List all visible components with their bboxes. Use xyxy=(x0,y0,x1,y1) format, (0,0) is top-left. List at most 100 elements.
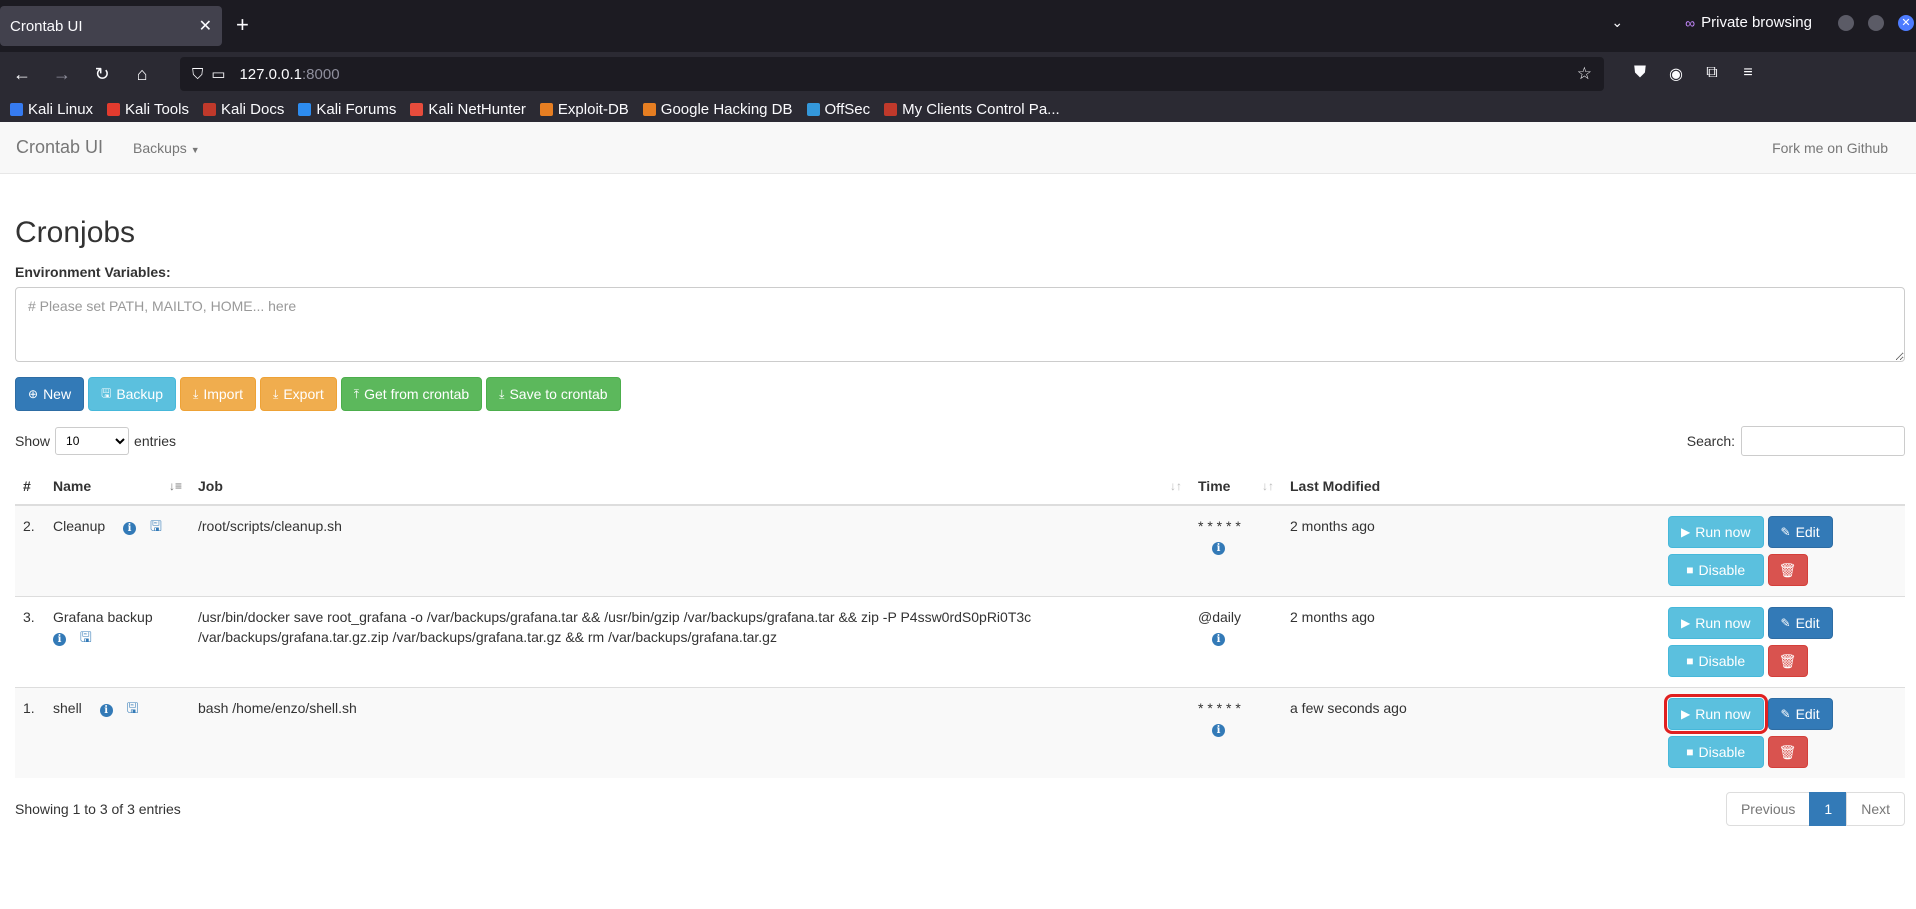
fork-github-link[interactable]: Fork me on Github xyxy=(1772,140,1888,156)
job-name-cell: Grafana backup i 🖫 xyxy=(45,596,190,688)
menu-icon[interactable]: ≡ xyxy=(1730,64,1766,84)
job-time: * * * * * xyxy=(1198,700,1241,716)
run-now-button[interactable]: ▶ Run now xyxy=(1668,607,1764,639)
backups-dropdown[interactable]: Backups ▼ xyxy=(133,140,200,156)
backup-restore-icon[interactable]: 🖫 xyxy=(127,698,139,718)
bookmark-label: Exploit-DB xyxy=(557,100,629,118)
bookmark-label: Kali NetHunter xyxy=(428,100,526,118)
next-page-button[interactable]: Next xyxy=(1846,792,1905,826)
bookmark-star-icon[interactable]: ☆ xyxy=(1577,64,1592,84)
save-to-crontab-label: Save to crontab xyxy=(509,386,608,402)
new-button-label: New xyxy=(43,386,72,402)
maximize-window-icon[interactable] xyxy=(1868,14,1884,31)
url-host: 127.0.0.1 xyxy=(239,65,303,83)
reload-icon[interactable]: ↻ xyxy=(84,64,120,85)
forward-arrow-icon[interactable]: → xyxy=(44,64,80,85)
info-icon[interactable]: i xyxy=(53,633,66,646)
delete-button[interactable]: 🗑 xyxy=(1767,645,1808,677)
backup-restore-icon[interactable]: 🖫 xyxy=(80,627,92,647)
bookmark-favicon-icon xyxy=(642,102,656,116)
play-icon: ▶ xyxy=(1681,616,1691,630)
column-header-time[interactable]: Time ↓↑ xyxy=(1190,468,1282,506)
play-icon: ▶ xyxy=(1681,525,1691,539)
save-to-crontab-button[interactable]: ⤓ Save to crontab xyxy=(486,377,621,411)
run-now-label: Run now xyxy=(1695,615,1751,631)
tab-title: Crontab UI xyxy=(10,17,83,35)
disable-button[interactable]: ■ Disable xyxy=(1668,645,1764,677)
table-search: Search: xyxy=(1687,426,1905,456)
extensions-icon[interactable]: ⧉ xyxy=(1694,64,1730,84)
delete-button[interactable]: 🗑 xyxy=(1767,736,1808,768)
tab-list-chevron-icon[interactable]: ⌄ xyxy=(1611,14,1623,31)
brand-link[interactable]: Crontab UI xyxy=(16,137,103,158)
env-label: Environment Variables: xyxy=(15,264,171,280)
bookmark-item[interactable]: My Clients Control Pa... xyxy=(884,101,1060,118)
home-icon[interactable]: ⌂ xyxy=(124,64,160,85)
page-info-icon[interactable]: ▭ xyxy=(211,65,225,83)
minimize-window-icon[interactable] xyxy=(1838,14,1854,31)
search-label: Search: xyxy=(1686,433,1735,449)
trash-icon: 🗑 xyxy=(1778,744,1797,760)
column-header-last-modified[interactable]: Last Modified xyxy=(1282,468,1660,506)
edit-icon: ✎ xyxy=(1780,616,1791,630)
run-now-button[interactable]: ▶ Run now xyxy=(1668,516,1764,548)
backup-button[interactable]: 🖫 Backup xyxy=(88,377,177,411)
import-button[interactable]: ⤓ Import xyxy=(180,377,257,411)
job-number: 1. xyxy=(15,687,45,778)
info-icon[interactable]: i xyxy=(1212,724,1225,737)
new-button[interactable]: ⊕ New xyxy=(15,377,85,411)
info-icon[interactable]: i xyxy=(123,522,137,535)
close-window-icon[interactable]: ✕ xyxy=(1898,14,1914,31)
sort-both-icon: ↓↑ xyxy=(1262,479,1274,493)
back-arrow-icon[interactable]: ← xyxy=(4,64,40,85)
info-icon[interactable]: i xyxy=(99,704,113,717)
bookmark-label: Kali Linux xyxy=(28,100,94,118)
bookmark-item[interactable]: Kali Forums xyxy=(298,101,396,118)
backups-label: Backups xyxy=(133,139,187,156)
browser-tab[interactable]: Crontab UI ✕ xyxy=(0,6,222,46)
column-header-name[interactable]: Name ↓≡ xyxy=(45,468,190,506)
export-button[interactable]: ⤓ Export xyxy=(260,377,337,411)
get-from-crontab-button[interactable]: ⤒ Get from crontab xyxy=(340,377,483,411)
previous-page-button[interactable]: Previous xyxy=(1725,792,1811,826)
delete-button[interactable]: 🗑 xyxy=(1767,554,1808,586)
column-header-num[interactable]: # xyxy=(15,468,45,506)
bookmark-item[interactable]: Exploit-DB xyxy=(539,100,629,118)
shield-icon[interactable]: ⛉ xyxy=(192,66,203,83)
bookmark-item[interactable]: Kali NetHunter xyxy=(410,101,526,118)
info-icon[interactable]: i xyxy=(1212,633,1225,646)
edit-button[interactable]: ✎ Edit xyxy=(1767,698,1833,730)
page-1-button[interactable]: 1 xyxy=(1809,792,1848,826)
edit-button[interactable]: ✎ Edit xyxy=(1767,516,1833,548)
url-bar[interactable]: ⛉ ▭ 127.0.0.1:8000 ☆ xyxy=(180,57,1604,91)
new-tab-icon[interactable]: + xyxy=(236,12,249,38)
run-now-button[interactable]: ▶ Run now xyxy=(1664,694,1768,734)
entries-select[interactable]: 10 xyxy=(55,427,130,455)
column-header-job[interactable]: Job ↓↑ xyxy=(190,468,1190,506)
search-input[interactable] xyxy=(1741,426,1905,456)
bookmark-item[interactable]: Google Hacking DB xyxy=(642,101,793,118)
env-variables-input[interactable] xyxy=(15,287,1905,362)
download-icon: ⤓ xyxy=(499,386,505,401)
disable-button[interactable]: ■ Disable xyxy=(1668,736,1764,768)
account-icon[interactable]: ◉ xyxy=(1658,64,1694,84)
job-time-cell: @daily i xyxy=(1190,596,1282,688)
table-header-row: # Name ↓≡ Job ↓↑ Time ↓↑ Last Modified xyxy=(15,468,1905,506)
bookmark-item[interactable]: Kali Linux xyxy=(10,101,93,118)
bookmark-item[interactable]: Kali Docs xyxy=(202,101,284,118)
bookmark-label: My Clients Control Pa... xyxy=(902,100,1060,118)
app-navbar: Crontab UI Backups ▼ Fork me on Github xyxy=(0,122,1916,174)
bookmark-item[interactable]: Kali Tools xyxy=(107,101,189,118)
bookmark-item[interactable]: OffSec xyxy=(806,101,870,118)
edit-button[interactable]: ✎ Edit xyxy=(1767,607,1833,639)
backup-restore-icon[interactable]: 🖫 xyxy=(150,516,162,536)
table-footer: Showing 1 to 3 of 3 entries Previous 1 N… xyxy=(15,792,1905,826)
disable-button[interactable]: ■ Disable xyxy=(1668,554,1764,586)
url-port: :8000 xyxy=(302,65,340,83)
tab-close-icon[interactable]: ✕ xyxy=(199,16,212,36)
plus-circle-icon: ⊕ xyxy=(28,387,39,401)
pocket-icon[interactable]: ⛊ xyxy=(1622,64,1658,84)
info-icon[interactable]: i xyxy=(1212,542,1225,555)
stop-icon: ■ xyxy=(1686,654,1694,668)
edit-label: Edit xyxy=(1795,706,1820,722)
